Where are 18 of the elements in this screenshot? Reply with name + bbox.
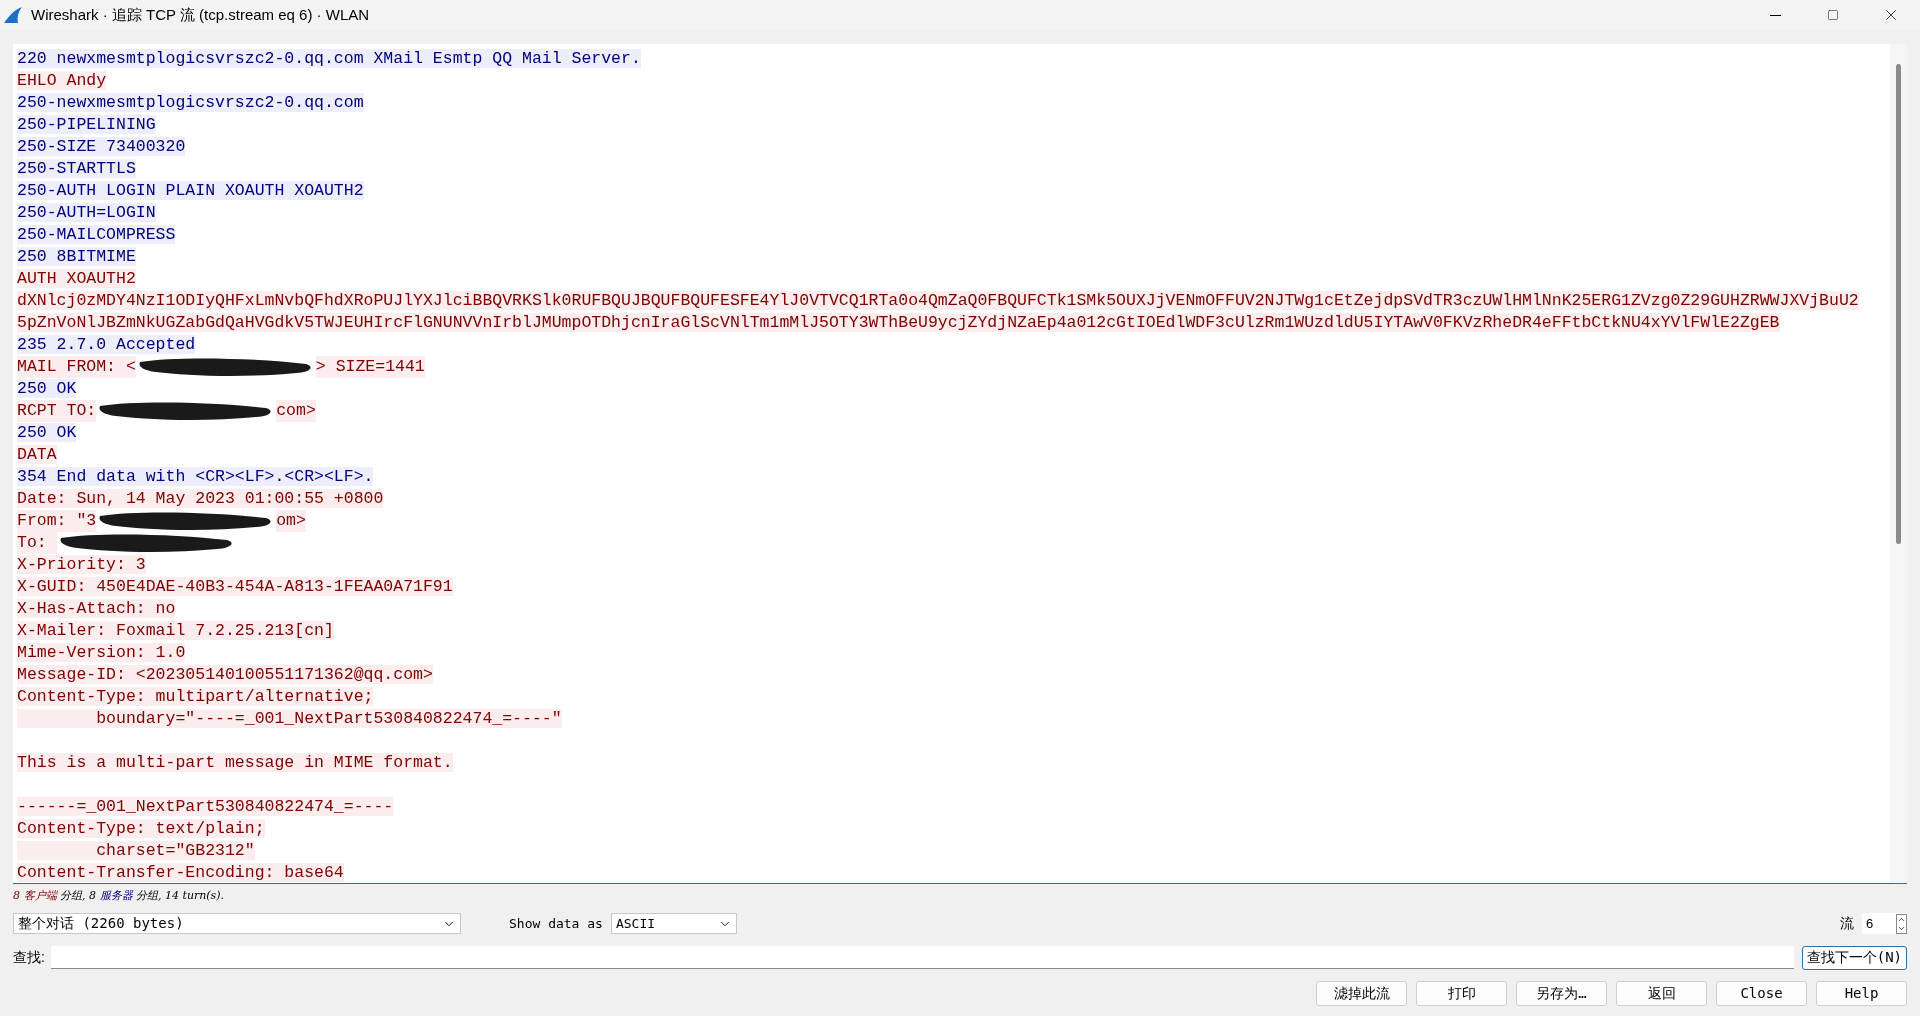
- shark-fin-icon: [3, 6, 23, 24]
- dialog-button[interactable]: 返回: [1616, 980, 1707, 1006]
- dialog-button[interactable]: 另存为…: [1516, 980, 1607, 1006]
- stream-label: 流: [1840, 914, 1854, 933]
- stream-summary: 8 客户端 分组, 8 服务器 分组, 14 turn(s).: [13, 888, 226, 904]
- conversation-select[interactable]: 整个对话 (2260 bytes): [13, 913, 461, 934]
- dialog-button[interactable]: Help: [1816, 980, 1907, 1006]
- show-data-select[interactable]: ASCII: [610, 913, 737, 934]
- dialog-button[interactable]: 打印: [1416, 980, 1507, 1006]
- dialog-button[interactable]: Close: [1716, 980, 1807, 1006]
- show-data-label: Show data as: [509, 914, 603, 933]
- stream-spinbox[interactable]: 6: [1862, 913, 1907, 934]
- find-next-button[interactable]: 查找下一个(N): [1801, 945, 1907, 970]
- window-title: Wireshark · 追踪 TCP 流 (tcp.stream eq 6) · WLAN: [31, 4, 370, 25]
- dialog-button[interactable]: 滤掉此流: [1316, 980, 1407, 1006]
- minimize-icon: [1769, 14, 1781, 16]
- find-label: 查找:: [13, 948, 45, 967]
- restore-icon: [1827, 9, 1839, 21]
